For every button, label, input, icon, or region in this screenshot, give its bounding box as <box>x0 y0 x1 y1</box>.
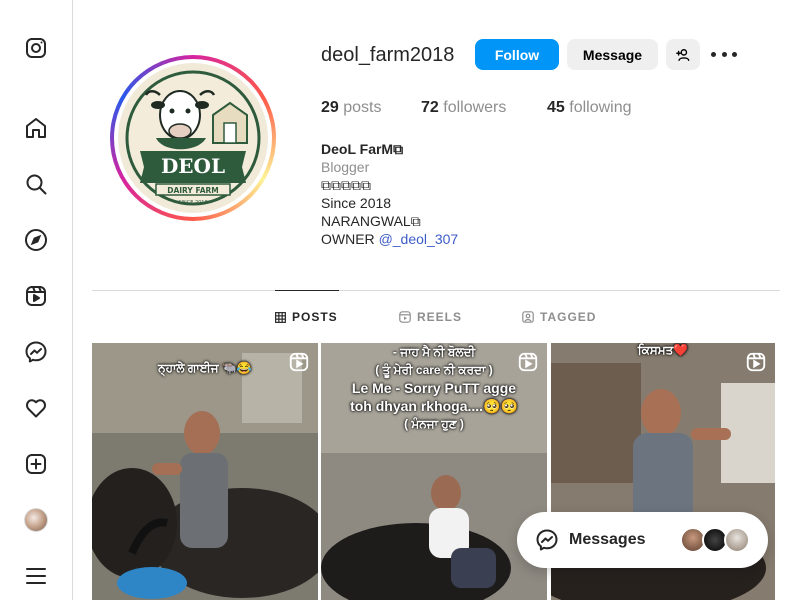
bio-line-glyphs: ⧉⧉⧉⧉⧉ <box>321 177 371 193</box>
more-options-button[interactable] <box>711 44 737 64</box>
post-caption-line: ਨ੍ਹਾਲੇ ਗਾਈਜ 🐃😂 <box>158 361 252 375</box>
tagged-icon <box>522 311 534 323</box>
reel-badge-icon <box>289 352 309 372</box>
tab-tagged-label: TAGGED <box>540 310 597 324</box>
post-caption-line: Le Me - Sorry PuTT agge <box>351 380 517 396</box>
dot-icon <box>721 51 727 57</box>
following-count: 45 <box>547 99 565 116</box>
tabs-divider <box>92 290 780 291</box>
tab-tagged[interactable]: TAGGED <box>522 310 596 324</box>
bio-line-since: Since 2018 <box>321 195 392 211</box>
avatar <box>24 508 48 532</box>
dot-icon <box>732 51 737 57</box>
following-label: following <box>569 99 632 116</box>
post-image <box>92 343 318 600</box>
post-caption-line: ( ਮੰਨਜਾ ਹੁਣ ) <box>404 417 464 431</box>
search-icon[interactable] <box>23 171 49 197</box>
tab-reels[interactable]: REELS <box>399 310 462 324</box>
profile-category: Blogger <box>321 159 370 175</box>
tab-posts-label: POSTS <box>292 310 338 324</box>
reel-badge-icon <box>746 352 766 372</box>
posts-count: 29 <box>321 99 339 116</box>
reels-tab-icon <box>399 311 411 323</box>
dot-icon <box>711 51 716 57</box>
logo-brand-text: DEOL <box>161 154 225 178</box>
message-button[interactable]: Message <box>567 39 658 70</box>
post-caption: - ਜਾਹ ਮੈ ਨੀ ਬੋਲਦੀ ( ਤੂੰ ਮੇਰੀ care ਨੀ ਕਰਦ… <box>321 343 547 433</box>
more-menu-icon[interactable] <box>23 563 49 589</box>
deol-dairy-farm-logo: DEOL DAIRY FARM SINCE 2018 <box>118 63 268 213</box>
posts-stat: 29 posts <box>321 99 382 117</box>
profile-picture[interactable]: DEOL DAIRY FARM SINCE 2018 <box>110 55 276 221</box>
tab-reels-label: REELS <box>417 310 463 324</box>
post-caption-line: - ਜਾਹ ਮੈ ਨੀ ਬੋਲਦੀ <box>392 345 476 359</box>
explore-icon[interactable] <box>23 227 49 253</box>
reels-icon[interactable] <box>23 283 49 309</box>
home-icon[interactable] <box>23 115 49 141</box>
following-stat[interactable]: 45 following <box>547 99 632 117</box>
messenger-icon[interactable] <box>23 339 49 365</box>
recent-chats-avatars <box>680 527 750 553</box>
messages-drawer-button[interactable]: Messages <box>517 512 768 568</box>
post-caption: ਕਿਸਮਤ❤️ <box>551 343 775 358</box>
post-caption-line: ( ਤੂੰ ਮੇਰੀ care ਨੀ ਕਰਦਾ ) <box>375 363 493 377</box>
profile-display-name: DeoL FarM⧉ <box>321 141 404 157</box>
logo-subtitle-text: DAIRY FARM <box>167 186 219 195</box>
add-user-icon <box>676 48 690 61</box>
post-caption-line: ਕਿਸਮਤ❤️ <box>637 343 689 357</box>
followers-label: followers <box>443 99 507 116</box>
post-caption-line: toh dhyan rkhoga....🥺🥺 <box>350 398 518 414</box>
logo-since-text: SINCE 2018 <box>178 200 207 206</box>
profile-avatar[interactable] <box>23 507 49 533</box>
avatar <box>724 527 750 553</box>
grid-icon <box>275 311 286 323</box>
create-plus-icon[interactable] <box>23 451 49 477</box>
followers-count: 72 <box>421 99 439 116</box>
post-caption: ਨ੍ਹਾਲੇ ਗਾਈਜ 🐃😂 <box>92 361 318 376</box>
follow-button[interactable]: Follow <box>475 39 559 70</box>
instagram-logo-icon[interactable] <box>23 35 49 61</box>
tab-posts[interactable]: POSTS <box>275 310 338 324</box>
active-tab-indicator <box>275 290 339 291</box>
owner-prefix: OWNER <box>321 231 379 247</box>
profile-bio: DeoL FarM⧉ Blogger ⧉⧉⧉⧉⧉ Since 2018 NARA… <box>321 140 458 248</box>
reel-badge-icon <box>518 352 538 372</box>
notifications-heart-icon[interactable] <box>23 395 49 421</box>
posts-label: posts <box>343 99 382 116</box>
bio-line-location: NARANGWAL⧉ <box>321 213 421 229</box>
sidebar <box>0 0 73 600</box>
messenger-icon <box>536 529 558 551</box>
bio-line-owner: OWNER @_deol_307 <box>321 230 458 248</box>
followers-stat[interactable]: 72 followers <box>421 99 506 117</box>
messages-label: Messages <box>569 531 646 548</box>
suggested-users-button[interactable] <box>666 39 700 70</box>
post-thumbnail[interactable]: ਨ੍ਹਾਲੇ ਗਾਈਜ 🐃😂 <box>92 343 318 600</box>
profile-username: deol_farm2018 <box>321 44 455 66</box>
owner-mention-link[interactable]: @_deol_307 <box>379 231 459 247</box>
post-thumbnail[interactable]: - ਜਾਹ ਮੈ ਨੀ ਬੋਲਦੀ ( ਤੂੰ ਮੇਰੀ care ਨੀ ਕਰਦ… <box>321 343 547 600</box>
